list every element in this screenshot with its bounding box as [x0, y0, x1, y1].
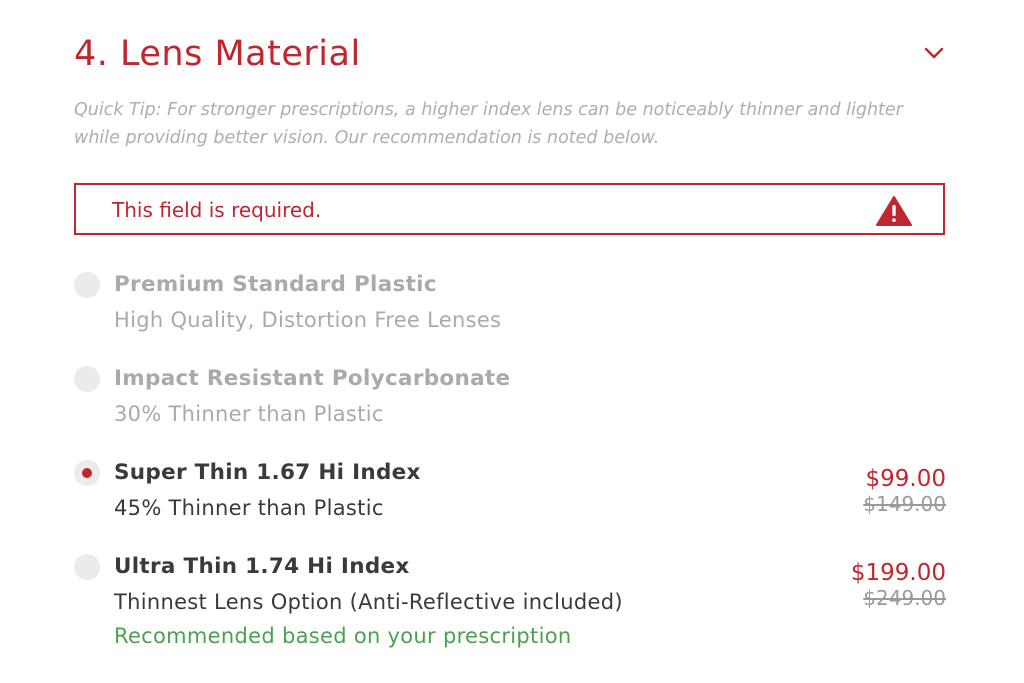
error-message-box: This field is required. — [74, 183, 945, 235]
radio-button[interactable] — [74, 272, 100, 298]
option-description: High Quality, Distortion Free Lenses — [114, 308, 502, 332]
option-name: Super Thin 1.67 Hi Index — [114, 460, 421, 485]
option-description: 30% Thinner than Plastic — [114, 402, 384, 426]
option-name: Premium Standard Plastic — [114, 272, 437, 297]
option-name: Ultra Thin 1.74 Hi Index — [114, 554, 410, 579]
error-message-text: This field is required. — [112, 198, 322, 222]
lens-option-ultra-thin-174[interactable]: Ultra Thin 1.74 Hi Index Thinnest Lens O… — [74, 548, 946, 658]
option-price: $99.00 — [865, 466, 946, 492]
radio-button[interactable] — [74, 366, 100, 392]
warning-triangle-icon — [875, 195, 913, 227]
lens-option-premium-standard-plastic[interactable]: Premium Standard Plastic High Quality, D… — [74, 266, 946, 346]
section-header[interactable]: 4. Lens Material — [74, 30, 946, 80]
chevron-down-icon[interactable] — [922, 41, 946, 65]
option-original-price: $149.00 — [863, 492, 946, 516]
lens-option-polycarbonate[interactable]: Impact Resistant Polycarbonate 30% Thinn… — [74, 360, 946, 440]
recommendation-note: Recommended based on your prescription — [114, 624, 572, 648]
option-original-price: $249.00 — [863, 586, 946, 610]
section-title: 4. Lens Material — [74, 34, 361, 74]
lens-option-super-thin-167[interactable]: Super Thin 1.67 Hi Index 45% Thinner tha… — [74, 454, 946, 534]
radio-button[interactable] — [74, 554, 100, 580]
option-name: Impact Resistant Polycarbonate — [114, 366, 511, 391]
option-description: Thinnest Lens Option (Anti-Reflective in… — [114, 590, 623, 614]
option-description: 45% Thinner than Plastic — [114, 496, 384, 520]
lens-material-section: 4. Lens Material Quick Tip: For stronger… — [0, 0, 1024, 683]
radio-button-selected[interactable] — [74, 460, 100, 486]
option-price: $199.00 — [850, 560, 946, 586]
quick-tip: Quick Tip: For stronger prescriptions, a… — [74, 100, 903, 148]
